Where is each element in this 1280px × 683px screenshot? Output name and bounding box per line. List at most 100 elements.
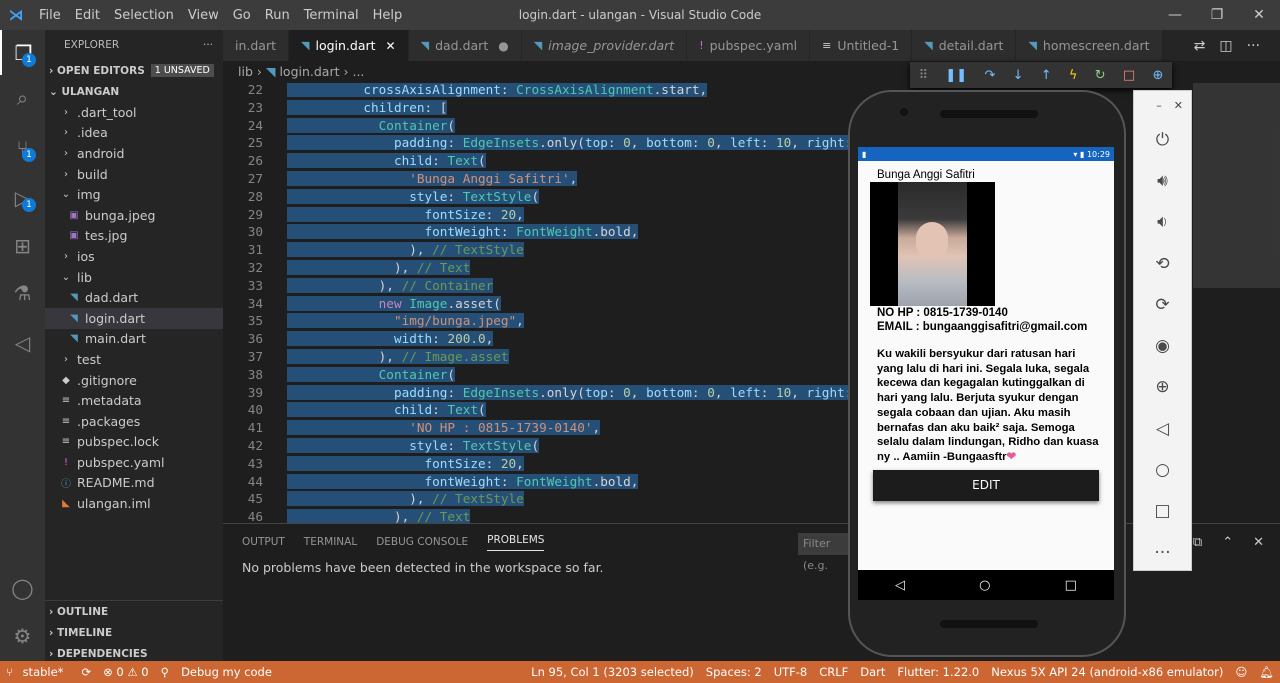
workspace-root[interactable]: ⌄ ULANGAN (45, 81, 223, 102)
extensions-icon[interactable]: ⊞ (0, 223, 45, 268)
maximize-button[interactable]: ❐ (1196, 0, 1238, 30)
tree-item[interactable]: ◣ ulangan.iml (45, 493, 223, 514)
settings-gear-icon[interactable]: ⚙ (0, 613, 45, 658)
recents-icon[interactable]: □ (1065, 578, 1077, 593)
more-actions-icon[interactable]: ··· (203, 39, 213, 51)
tree-item[interactable]: ⓘ README.md (45, 473, 223, 494)
debug-icon[interactable]: ⚲ (161, 665, 169, 679)
breadcrumb-symbol[interactable]: ... (352, 64, 364, 79)
source-control-icon[interactable]: ⑂ 1 (0, 125, 45, 170)
back-icon[interactable]: ◁ (895, 578, 905, 593)
outline-section[interactable]: › OUTLINE (45, 601, 223, 622)
rotate-right-icon[interactable]: ⟳ (1134, 284, 1191, 325)
tree-item[interactable]: ≡ .metadata (45, 390, 223, 411)
stop-icon[interactable]: □ (1123, 68, 1135, 83)
tree-item[interactable]: › test (45, 349, 223, 370)
inspect-widget-icon[interactable]: ⊕ (1152, 68, 1163, 83)
tree-item[interactable]: ≡ .packages (45, 411, 223, 432)
tree-item[interactable]: ◥ dad.dart (45, 287, 223, 308)
tree-item[interactable]: ◥ main.dart (45, 329, 223, 350)
menu-view[interactable]: View (188, 8, 219, 23)
tab-login-dart[interactable]: ◥ login.dart ✕ (289, 30, 409, 61)
encoding-status[interactable]: UTF-8 (774, 665, 808, 679)
split-editor-icon[interactable]: ◫ (1219, 38, 1232, 54)
power-icon[interactable]: ⏻ (1134, 119, 1191, 160)
panel-tab-terminal[interactable]: TERMINAL (304, 536, 357, 548)
tree-item[interactable]: ◥ login.dart (45, 307, 223, 329)
maximize-panel-icon[interactable]: ⌃ (1222, 535, 1233, 550)
testing-icon[interactable]: ⚗ (0, 270, 45, 315)
indentation-status[interactable]: Spaces: 2 (706, 665, 762, 679)
account-icon[interactable]: ◯ (0, 565, 45, 610)
tree-item[interactable]: ⌄ lib (45, 267, 223, 288)
tree-item[interactable]: › build (45, 164, 223, 185)
branch-status[interactable]: ⑂ stable* (6, 665, 69, 679)
step-over-icon[interactable]: ↷ (984, 68, 995, 83)
phone-screen[interactable]: ▮ ▾ ▮ 10:29 Bunga Anggi Safitri NO HP : 0… (858, 147, 1114, 600)
unsaved-dot-icon[interactable]: ● (498, 39, 508, 53)
tree-item[interactable]: ◆ .gitignore (45, 370, 223, 391)
eol-status[interactable]: CRLF (819, 665, 848, 679)
pause-icon[interactable]: ❚❚ (945, 68, 967, 83)
volume-down-icon[interactable]: 🔉︎ (1134, 202, 1191, 243)
tab-pubspec-yaml[interactable]: ! pubspec.yaml (687, 30, 811, 61)
close-tab-icon[interactable]: ✕ (386, 39, 396, 53)
minimize-button[interactable]: — (1154, 0, 1196, 30)
zoom-icon[interactable]: ⊕ (1134, 367, 1191, 408)
close-panel-icon[interactable]: ✕ (1253, 535, 1264, 550)
tab-detail-dart[interactable]: ◥ detail.dart (912, 30, 1017, 61)
search-icon[interactable]: ⌕ (0, 75, 45, 120)
cursor-position[interactable]: Ln 95, Col 1 (3203 selected) (531, 665, 694, 679)
step-into-icon[interactable]: ↓ (1013, 68, 1024, 83)
hot-reload-icon[interactable]: ϟ (1069, 68, 1078, 83)
notifications-icon[interactable]: 🔔︎ (1259, 665, 1274, 679)
drag-handle-icon[interactable]: ⠿ (919, 68, 929, 83)
menu-file[interactable]: File (39, 8, 61, 23)
tab-image-provider-dart[interactable]: ◥ image_provider.dart (521, 30, 688, 61)
explorer-icon[interactable]: ❐ 1 (0, 30, 45, 75)
compare-icon[interactable]: ⇄ (1194, 38, 1206, 54)
emulator-close-icon[interactable]: ✕ (1174, 99, 1183, 112)
panel-tab-problems[interactable]: PROBLEMS (487, 534, 545, 551)
breadcrumb-lib[interactable]: lib (238, 64, 253, 79)
more-icon[interactable]: ··· (1247, 38, 1260, 54)
step-out-icon[interactable]: ↑ (1041, 68, 1052, 83)
rotate-left-icon[interactable]: ⟲ (1134, 243, 1191, 284)
open-editors-section[interactable]: › OPEN EDITORS 1 UNSAVED (45, 60, 223, 81)
volume-up-icon[interactable]: 🔊︎ (1134, 160, 1191, 201)
restart-icon[interactable]: ↻ (1095, 68, 1106, 83)
tree-item[interactable]: › .idea (45, 123, 223, 144)
menu-help[interactable]: Help (373, 8, 403, 23)
flutter-version-status[interactable]: Flutter: 1.22.0 (897, 665, 979, 679)
language-status[interactable]: Dart (860, 665, 885, 679)
tree-item[interactable]: ▣ bunga.jpeg (45, 205, 223, 226)
panel-tab-debug-console[interactable]: DEBUG CONSOLE (376, 536, 468, 548)
timeline-section[interactable]: › TIMELINE (45, 622, 223, 643)
close-window-button[interactable]: ✕ (1238, 0, 1280, 30)
menu-run[interactable]: Run (265, 8, 290, 23)
tree-item[interactable]: ⌄ img (45, 184, 223, 205)
menu-edit[interactable]: Edit (75, 8, 100, 23)
panel-layout-icon[interactable]: ⧉ (1193, 535, 1202, 550)
sync-icon[interactable]: ⟳ (81, 665, 91, 679)
screenshot-camera-icon[interactable]: ◉ (1134, 325, 1191, 366)
emu-more-icon[interactable]: ··· (1134, 532, 1191, 573)
emu-back-icon[interactable]: ◁ (1134, 408, 1191, 449)
home-icon[interactable]: ○ (979, 578, 990, 593)
tab-in-dart[interactable]: in.dart (223, 30, 290, 61)
tree-item[interactable]: ! pubspec.yaml (45, 452, 223, 473)
emu-home-icon[interactable]: ○ (1134, 449, 1191, 490)
problems-status[interactable]: ⊗ 0 ⚠ 0 (103, 665, 149, 679)
debug-config-status[interactable]: Debug my code (181, 665, 272, 679)
menu-go[interactable]: Go (233, 8, 251, 23)
tree-item[interactable]: ≡ pubspec.lock (45, 432, 223, 453)
flutter-icon[interactable]: ◁ (0, 320, 45, 365)
menu-terminal[interactable]: Terminal (304, 8, 359, 23)
tab-homescreen-dart[interactable]: ◥ homescreen.dart (1016, 30, 1163, 61)
tab-dad-dart[interactable]: ◥ dad.dart ● (408, 30, 522, 61)
tab-untitled-1[interactable]: ≡ Untitled-1 (810, 30, 913, 61)
edit-button[interactable]: EDIT (873, 470, 1099, 501)
emu-overview-icon[interactable]: □ (1134, 491, 1191, 532)
run-debug-icon[interactable]: ▷ 1 (0, 175, 45, 220)
tree-item[interactable]: ▣ tes.jpg (45, 226, 223, 247)
